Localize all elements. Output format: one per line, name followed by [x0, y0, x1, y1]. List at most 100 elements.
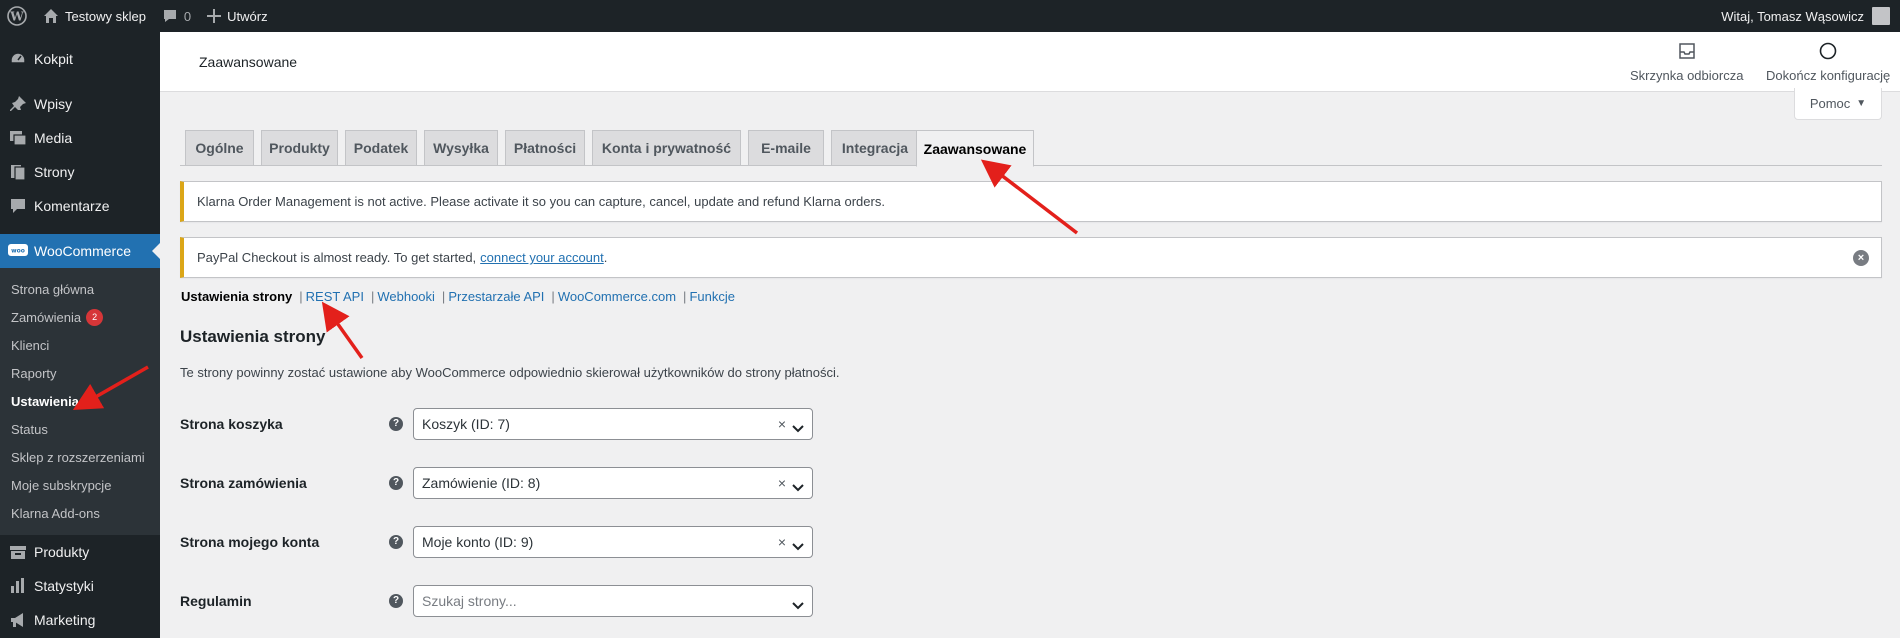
dismiss-icon[interactable]: × — [1853, 250, 1869, 266]
klarna-notice: Klarna Order Management is not active. P… — [180, 181, 1882, 222]
comment-icon — [8, 196, 28, 216]
submenu-item-orders[interactable]: Zamówienia 2 — [0, 303, 160, 331]
tab-integration[interactable]: Integracja — [831, 130, 919, 166]
tab-tax[interactable]: Podatek — [345, 130, 417, 166]
separator: | — [683, 289, 687, 304]
progress-ring-icon — [1819, 42, 1837, 68]
help-tip-icon[interactable]: ? — [389, 476, 403, 490]
submenu-item-home[interactable]: Strona główna — [0, 275, 160, 303]
tab-accounts-privacy[interactable]: Konta i prywatność — [592, 130, 741, 166]
paypal-notice: PayPal Checkout is almost ready. To get … — [180, 237, 1882, 278]
subnav-webhooks[interactable]: Webhooki — [377, 289, 435, 304]
menu-item-posts[interactable]: Wpisy — [0, 87, 160, 121]
menu-item-woocommerce[interactable]: woo WooCommerce — [0, 234, 160, 268]
help-tip-icon[interactable]: ? — [389, 417, 403, 431]
cart-page-select[interactable]: Koszyk (ID: 7) × — [413, 408, 813, 440]
caret-down-icon: ▼ — [1856, 98, 1867, 109]
menu-item-dashboard[interactable]: Kokpit — [0, 42, 160, 76]
menu-label: Wpisy — [34, 96, 73, 112]
separator: | — [551, 289, 555, 304]
menu-item-pages[interactable]: Strony — [0, 155, 160, 189]
submenu-item-subscriptions[interactable]: Moje subskrypcje — [0, 471, 160, 499]
tab-advanced[interactable]: Zaawansowane — [916, 130, 1034, 167]
submenu-label: Zamówienia — [11, 309, 82, 325]
tab-emails[interactable]: E-maile — [748, 130, 824, 166]
tab-general[interactable]: Ogólne — [185, 130, 254, 166]
archive-icon — [8, 542, 28, 562]
comment-icon — [162, 8, 178, 24]
inbox-button[interactable]: Skrzynka odbiorcza — [1630, 42, 1743, 83]
comments-link[interactable]: 0 — [154, 0, 199, 32]
admin-bar: W Testowy sklep 0 Utwórz Witaj, Tomasz W… — [0, 0, 1900, 32]
clear-icon[interactable]: × — [778, 534, 786, 550]
clear-icon[interactable]: × — [778, 475, 786, 491]
menu-label: Media — [34, 130, 73, 146]
menu-item-media[interactable]: Media — [0, 121, 160, 155]
menu-label: Produkty — [34, 544, 90, 560]
help-label: Pomoc — [1809, 96, 1851, 111]
terms-page-select[interactable]: Szukaj strony... — [413, 585, 813, 617]
select-value: Zamówienie (ID: 8) — [422, 475, 541, 491]
submenu-label: Strona główna — [11, 281, 95, 297]
my-account-link[interactable]: Witaj, Tomasz Wąsowicz — [1713, 0, 1900, 32]
paypal-notice-text: PayPal Checkout is almost ready. To get … — [197, 250, 477, 265]
subnav-features[interactable]: Funkcje — [689, 289, 735, 304]
connect-account-link[interactable]: connect your account — [480, 250, 604, 265]
site-name: Testowy sklep — [65, 8, 146, 24]
bar-chart-icon — [8, 576, 28, 596]
chevron-down-icon — [792, 597, 804, 613]
my-account-page-row: Strona mojego konta ? Moje konto (ID: 9)… — [180, 526, 820, 558]
menu-item-marketing[interactable]: Marketing — [0, 603, 160, 637]
tab-label: E-maile — [761, 140, 811, 156]
subnav-rest-api[interactable]: REST API — [306, 289, 364, 304]
page-title: Zaawansowane — [199, 54, 298, 70]
help-tip-icon[interactable]: ? — [389, 594, 403, 608]
submenu-item-extensions[interactable]: Sklep z rozszerzeniami — [0, 443, 160, 471]
plus-icon — [207, 9, 222, 23]
tab-label: Ogólne — [195, 140, 244, 156]
help-tip-icon[interactable]: ? — [389, 535, 403, 549]
tab-label: Integracja — [841, 140, 909, 156]
subnav-woocommerce-com[interactable]: WooCommerce.com — [558, 289, 676, 304]
section-title: Ustawienia strony — [180, 327, 326, 346]
tab-label: Zaawansowane — [923, 140, 1027, 157]
woo-icon: woo — [8, 241, 28, 261]
menu-label: Komentarze — [34, 198, 110, 214]
submenu-item-customers[interactable]: Klienci — [0, 331, 160, 359]
comments-count: 0 — [183, 8, 192, 24]
my-account-page-select[interactable]: Moje konto (ID: 9) × — [413, 526, 813, 558]
chevron-down-icon — [792, 420, 804, 436]
submenu-item-klarna-addons[interactable]: Klarna Add-ons — [0, 499, 160, 527]
subnav-current: Ustawienia strony — [181, 289, 293, 304]
svg-text:W: W — [9, 10, 24, 24]
submenu-item-settings[interactable]: Ustawienia — [0, 387, 160, 415]
tab-shipping[interactable]: Wysyłka — [424, 130, 498, 166]
help-button[interactable]: Pomoc ▼ — [1794, 88, 1882, 120]
field-label: Strona mojego konta — [180, 534, 320, 550]
checkout-page-select[interactable]: Zamówienie (ID: 8) × — [413, 467, 813, 499]
home-icon — [43, 8, 59, 24]
pin-icon — [8, 94, 28, 114]
admin-sidebar: Kokpit Wpisy Media Strony Komentarze woo… — [0, 32, 160, 638]
submenu-label: Ustawienia — [11, 393, 79, 409]
submenu-item-status[interactable]: Status — [0, 415, 160, 443]
submenu-label: Raporty — [11, 365, 57, 381]
tab-products[interactable]: Produkty — [261, 130, 338, 166]
subnav-legacy-api[interactable]: Przestarzałe API — [448, 289, 544, 304]
menu-item-analytics[interactable]: Statystyki — [0, 569, 160, 603]
wordpress-logo-icon[interactable]: W — [0, 0, 35, 32]
finish-setup-button[interactable]: Dokończ konfigurację — [1766, 42, 1890, 83]
menu-label: Strony — [34, 164, 75, 180]
menu-item-comments[interactable]: Komentarze — [0, 189, 160, 223]
checkout-page-row: Strona zamówienia ? Zamówienie (ID: 8) × — [180, 467, 820, 499]
clear-icon[interactable]: × — [778, 416, 786, 432]
media-icon — [8, 128, 28, 148]
menu-item-products[interactable]: Produkty — [0, 535, 160, 569]
tab-payments[interactable]: Płatności — [505, 130, 585, 166]
submenu-item-reports[interactable]: Raporty — [0, 359, 160, 387]
submenu-label: Sklep z rozszerzeniami — [11, 449, 145, 465]
arrow-to-rest-api — [321, 301, 364, 360]
select-value: Koszyk (ID: 7) — [422, 416, 510, 432]
site-name-link[interactable]: Testowy sklep — [35, 0, 154, 32]
new-content-link[interactable]: Utwórz — [199, 0, 275, 32]
